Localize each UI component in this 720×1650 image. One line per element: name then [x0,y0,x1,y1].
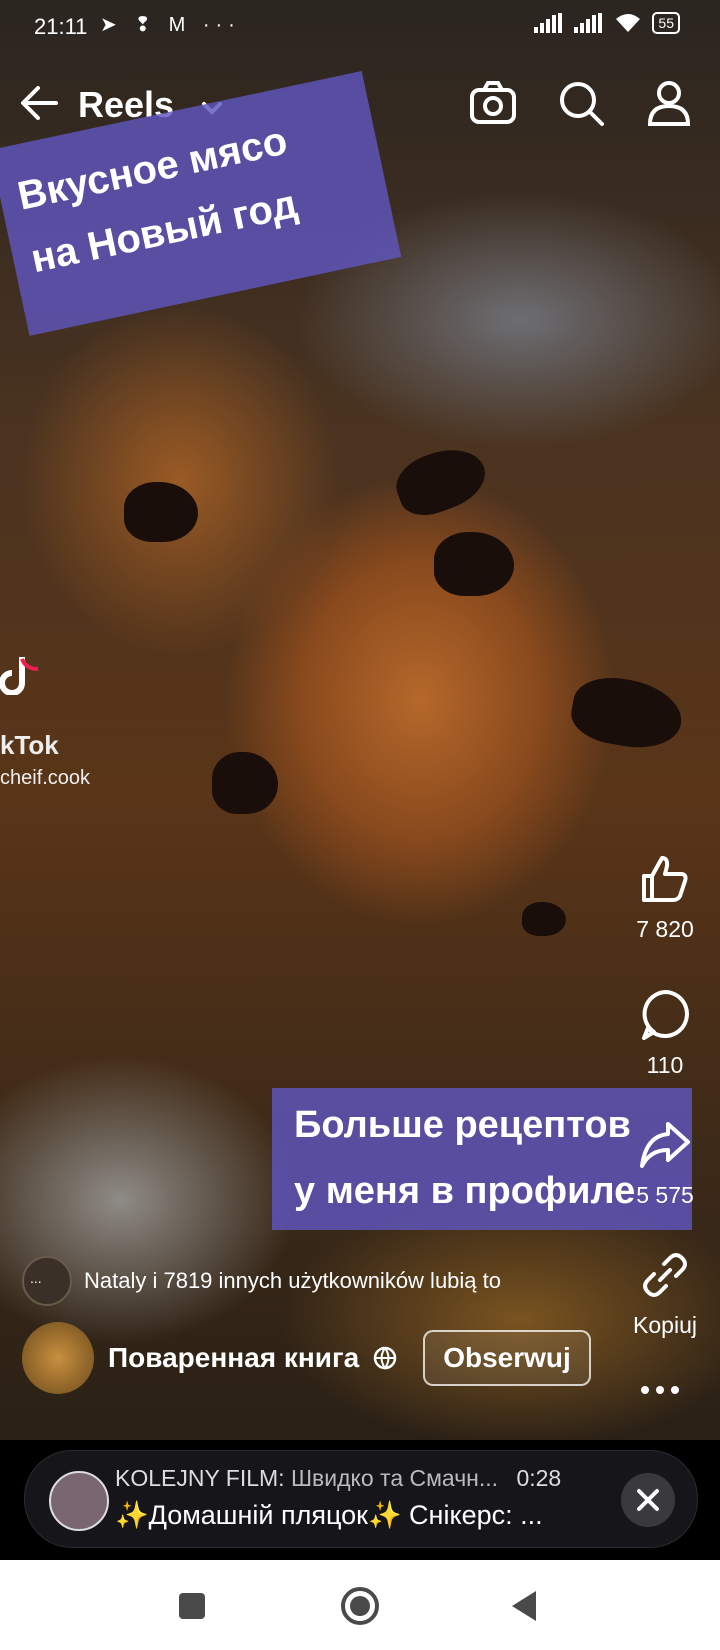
author-name[interactable]: Поваренная книга [108,1342,359,1374]
video-watermark: kTok cheif.cook [0,730,90,790]
search-icon[interactable] [556,78,606,128]
more-options-icon[interactable] [640,1383,680,1397]
battery-indicator: 55 [652,12,680,34]
video-frame-detail [212,752,278,814]
avatar[interactable] [22,1322,94,1394]
back-button[interactable] [506,1586,546,1626]
camera-icon[interactable] [468,78,518,128]
video-frame-detail [522,902,566,936]
next-video-title: Швидко та Смачн... [290,1465,499,1491]
close-button[interactable] [621,1473,675,1527]
follow-button[interactable]: Obserwuj [423,1330,591,1386]
status-bar: 21:11 ➤ ❢ M ··· 55 [0,0,720,56]
watermark-handle: cheif.cook [0,767,91,789]
globe-icon [373,1346,397,1370]
share-count: 5 575 [636,1182,694,1208]
next-video-duration: 0:28 [516,1465,562,1491]
copy-label: Kopiuj [633,1312,697,1338]
arrow-left-icon[interactable] [18,82,60,124]
notification-icons: ➤ ❢ M ··· [100,14,241,36]
video-frame-detail [124,482,198,542]
tiktok-logo-icon [0,657,39,695]
liked-by-row[interactable]: ... Nataly i 7819 innych użytkowników lu… [22,1256,501,1306]
thumbs-up-icon[interactable] [638,852,692,906]
status-right: 55 [534,12,680,34]
status-time: 21:11 [34,14,88,39]
next-video-prefix: KOLEJNY FILM: [115,1465,285,1491]
recents-button[interactable] [172,1586,212,1626]
video-frame-detail [567,670,687,756]
link-icon[interactable] [638,1248,692,1302]
comment-action[interactable]: 110 [610,988,720,1079]
signal-icon [574,13,603,33]
share-icon[interactable] [638,1118,692,1172]
liked-by-text: Nataly i 7819 innych użytkowników lubią … [84,1268,502,1293]
close-icon [637,1489,659,1511]
video-frame-detail [388,438,494,524]
system-nav-bar [0,1560,720,1650]
signal-icon [534,13,563,33]
next-video-thumbnail [49,1471,109,1531]
next-video-header: KOLEJNY FILM: Швидко та Смачн... 0:28 [115,1465,561,1492]
watermark-brand: kTok [0,730,59,760]
liker-avatar: ... [22,1256,72,1306]
video-frame-detail [434,532,514,596]
author-row: Поваренная книга Obserwuj [22,1322,591,1394]
share-action[interactable]: 5 575 [610,1118,720,1209]
home-button[interactable] [340,1586,380,1626]
like-action[interactable]: 7 820 [610,852,720,943]
liker-avatar-text: ... [30,1270,42,1286]
comment-count: 110 [646,1052,684,1078]
like-count: 7 820 [636,916,694,942]
profile-icon[interactable] [644,78,694,128]
wifi-icon [616,14,641,32]
copy-link-action[interactable]: Kopiuj [610,1248,720,1339]
comment-icon[interactable] [638,988,692,1042]
next-video-bar[interactable]: KOLEJNY FILM: Швидко та Смачн... 0:28 ✨Д… [24,1450,698,1548]
next-video-subtitle: ✨Домашній пляцок✨ Снікерс: ... [115,1500,543,1530]
